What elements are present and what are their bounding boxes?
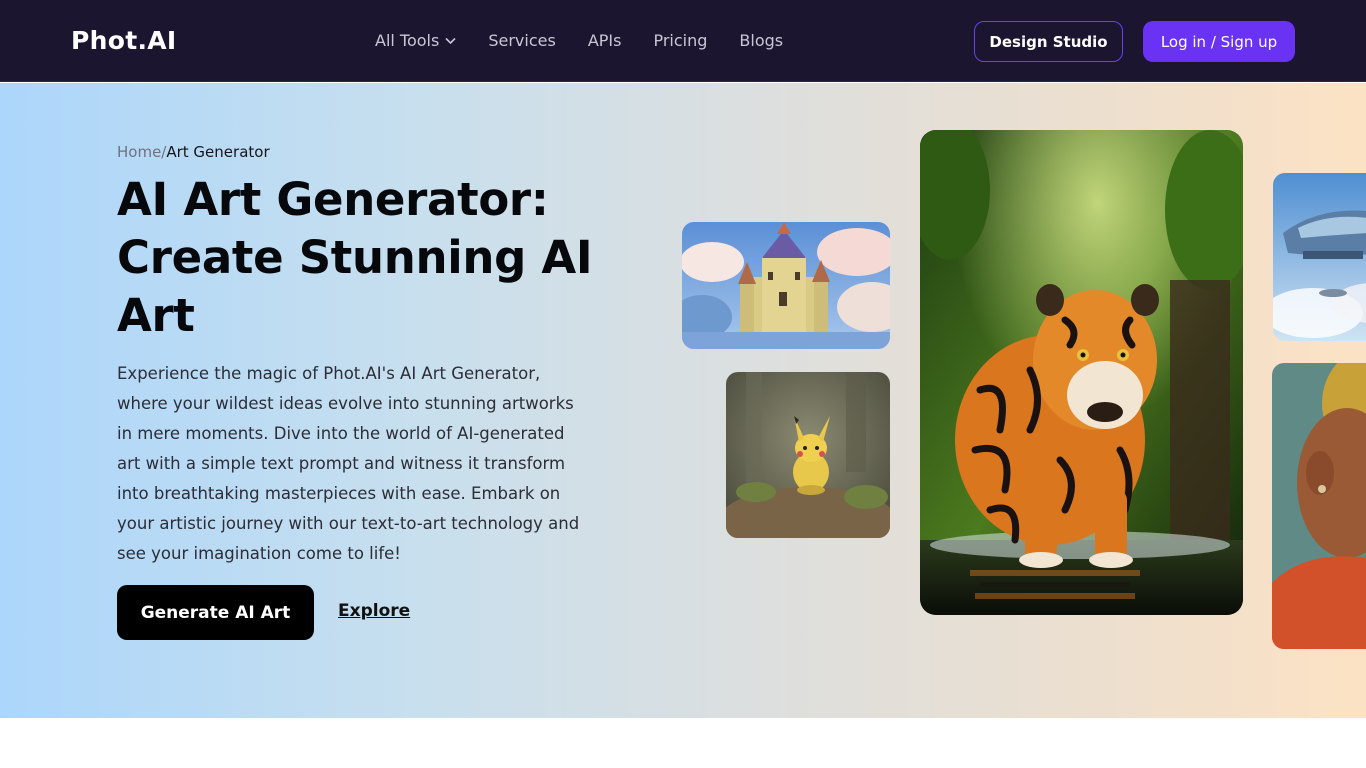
pikachu-artwork-image [726,372,890,538]
generate-ai-art-button[interactable]: Generate AI Art [117,585,314,640]
breadcrumb-current: Art Generator [166,143,270,161]
page-title: AI Art Generator: Create Stunning AI Art [117,171,637,345]
logo[interactable]: Phot.AI [71,26,177,55]
title-line-3: Art [117,289,195,342]
nav-link-all-tools[interactable]: All Tools [375,31,456,50]
nav-links: All Tools Services APIs Pricing Blogs [375,31,815,50]
title-line-1: AI Art Generator: [117,173,549,226]
nav-link-blogs[interactable]: Blogs [739,31,783,50]
portrait-artwork-image [1272,363,1366,649]
castle-artwork-image [682,222,890,349]
nav-link-apis[interactable]: APIs [588,31,622,50]
login-signup-button[interactable]: Log in / Sign up [1143,21,1295,62]
below-hero-section [0,718,1366,768]
tiger-artwork-image [920,130,1243,615]
nav-link-services[interactable]: Services [488,31,555,50]
breadcrumb: Home/Art Generator [117,143,270,161]
explore-link[interactable]: Explore [338,601,410,621]
spaceship-artwork-image [1273,173,1366,341]
design-studio-button[interactable]: Design Studio [974,21,1123,62]
hero-section: Home/Art Generator AI Art Generator: Cre… [0,83,1366,718]
nav-link-label: All Tools [375,31,440,50]
chevron-down-icon [445,37,456,44]
hero-description: Experience the magic of Phot.AI's AI Art… [117,364,580,563]
breadcrumb-home[interactable]: Home [117,143,161,161]
title-line-2: Create Stunning AI [117,231,593,284]
nav-link-pricing[interactable]: Pricing [653,31,707,50]
top-navbar: Phot.AI All Tools Services APIs Pricing … [0,0,1366,82]
